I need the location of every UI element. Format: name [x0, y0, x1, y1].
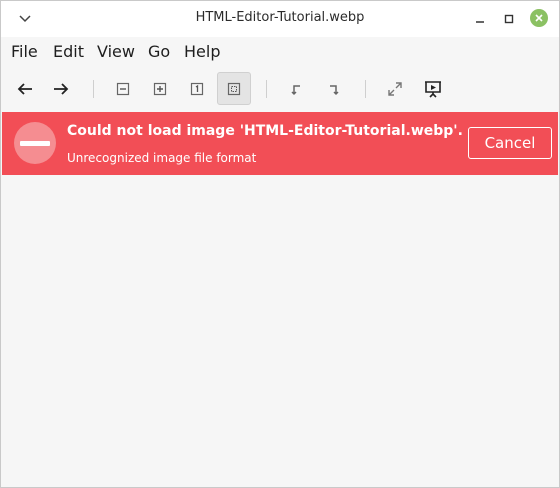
zoom-normal-icon[interactable]	[180, 72, 214, 105]
toolbar-separator	[365, 80, 366, 98]
menu-view[interactable]: View	[97, 42, 135, 61]
rotate-right-icon[interactable]	[317, 72, 351, 105]
error-infobar: Could not load image 'HTML-Editor-Tutori…	[2, 112, 558, 175]
menu-edit[interactable]: Edit	[53, 42, 84, 61]
title-bar: HTML-Editor-Tutorial.webp	[1, 1, 559, 37]
image-canvas[interactable]	[2, 175, 558, 487]
back-icon[interactable]	[8, 72, 42, 105]
error-subtitle: Unrecognized image file format	[67, 151, 257, 165]
rotate-left-icon[interactable]	[279, 72, 313, 105]
close-icon[interactable]	[530, 9, 548, 27]
cancel-button[interactable]: Cancel	[468, 127, 552, 159]
minimize-icon[interactable]	[471, 10, 489, 28]
toolbar-separator	[93, 80, 94, 98]
menu-file[interactable]: File	[11, 42, 38, 61]
zoom-out-icon[interactable]	[106, 72, 140, 105]
toolbar	[1, 67, 559, 111]
image-viewer-window: HTML-Editor-Tutorial.webp File Edit View…	[0, 0, 560, 488]
toolbar-separator	[266, 80, 267, 98]
forward-icon[interactable]	[44, 72, 78, 105]
error-icon	[14, 122, 56, 164]
zoom-in-icon[interactable]	[143, 72, 177, 105]
zoom-fit-icon[interactable]	[217, 72, 251, 105]
menu-help[interactable]: Help	[184, 42, 220, 61]
menu-go[interactable]: Go	[148, 42, 170, 61]
menu-bar: File Edit View Go Help	[1, 37, 559, 67]
fullscreen-icon[interactable]	[378, 72, 412, 105]
slideshow-icon[interactable]	[416, 72, 450, 105]
error-title: Could not load image 'HTML-Editor-Tutori…	[67, 123, 463, 139]
maximize-icon[interactable]	[500, 10, 518, 28]
